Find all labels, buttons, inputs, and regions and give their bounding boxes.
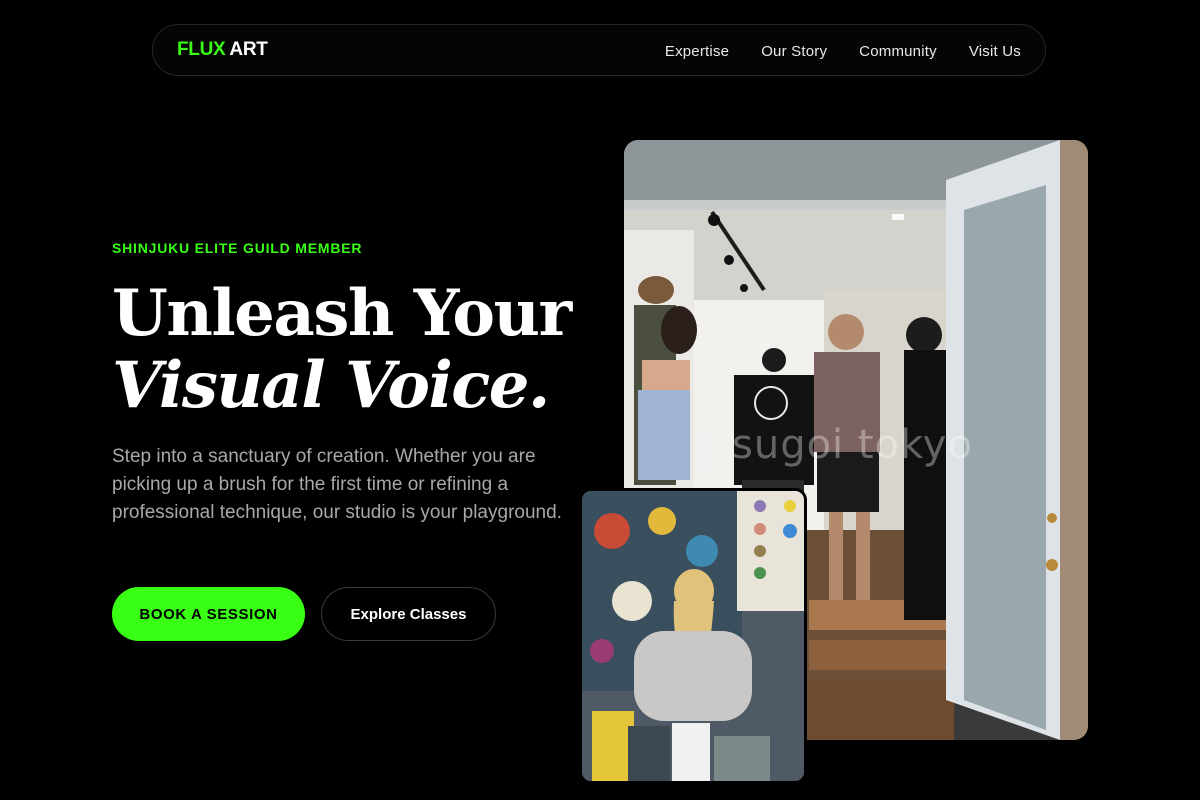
brand-logo-part1: FLUX	[177, 39, 226, 60]
top-navbar: FLUX ART Expertise Our Story Community Vi…	[152, 24, 1046, 76]
nav-links: Expertise Our Story Community Visit Us	[665, 25, 1021, 77]
explore-classes-button[interactable]: Explore Classes	[321, 587, 496, 641]
nav-link-visit-us[interactable]: Visit Us	[969, 43, 1021, 60]
brand-logo-part2: ART	[229, 39, 268, 60]
hero-headline: Unleash Your Visual Voice.	[112, 278, 582, 422]
hero-headline-line1: Unleash Your	[112, 276, 572, 351]
nav-link-expertise[interactable]: Expertise	[665, 43, 729, 60]
hero-headline-line2: Visual Voice.	[112, 348, 550, 423]
landing-page: FLUX ART Expertise Our Story Community Vi…	[0, 0, 1200, 800]
child-painting-photo	[579, 488, 807, 784]
book-session-button[interactable]: BOOK A SESSION	[112, 587, 305, 641]
brand-logo[interactable]: FLUX ART	[177, 39, 268, 61]
child-painting-illustration	[582, 491, 804, 781]
hero-lead-paragraph: Step into a sanctuary of creation. Wheth…	[112, 446, 562, 523]
nav-link-our-story[interactable]: Our Story	[761, 43, 827, 60]
hero-eyebrow: SHINJUKU ELITE GUILD MEMBER	[112, 240, 363, 256]
nav-link-community[interactable]: Community	[859, 43, 937, 60]
gallery-photo-watermark: sugoi tokyo	[732, 422, 973, 468]
